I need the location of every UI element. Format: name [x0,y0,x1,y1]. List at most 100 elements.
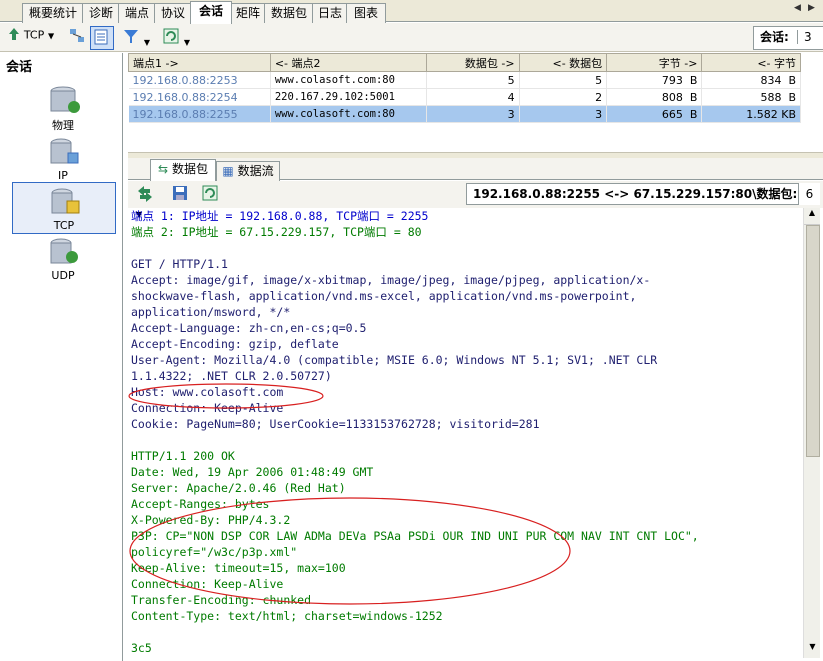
nav-label-tcp: TCP [53,219,75,232]
vertical-scrollbar[interactable]: ▲ ▼ [803,208,820,658]
list-view-icon [94,29,108,45]
refresh-dropdown[interactable]: ▼ [162,27,192,47]
tab-stream-label: 数据流 [237,164,274,178]
session-grid: 端点1 -> <- 端点2 数据包 -> <- 数据包 字节 -> <- 字节 … [128,53,801,123]
scroll-right-icon[interactable]: ▶ [808,3,815,13]
server-tcp-icon [51,188,80,214]
detail-tab-strip: ⇆ 数据包 ▦ 数据流 [128,158,823,181]
content-line: User-Agent: Mozilla/4.0 (compatible; MSI… [131,353,658,367]
col-endpoint2[interactable]: <- 端点2 [269,53,427,72]
up-arrow-icon [8,27,20,43]
tab-summary[interactable]: 概要统计 [22,3,84,23]
cell-packets-in: 2 [519,88,608,106]
cell-endpoint1: 192.168.0.88:2253 [128,71,271,89]
tab-sessions[interactable]: 会话 [190,1,232,24]
nav-item-physical[interactable]: 物理 [12,81,114,132]
tab-protocols[interactable]: 协议 [154,3,192,23]
col-bytes-in[interactable]: <- 字节 [701,53,801,72]
col-bytes-out[interactable]: 字节 -> [606,53,703,72]
content-line: P3P: CP="NON DSP COR LAW ADMa DEVa PSAa … [131,529,699,543]
cell-bytes-in: 834 B [701,71,801,89]
save-button[interactable] [172,185,192,205]
cell-endpoint2: www.colasoft.com:80 [270,71,427,89]
nav-item-ip[interactable]: IP [12,133,114,183]
cell-endpoint1: 192.168.0.88:2255 [128,105,271,123]
content-line: Accept-Ranges: bytes [131,497,270,511]
network-icon [70,29,84,42]
session-count-label: 会话: [760,30,789,44]
filter-icon [124,30,138,43]
tab-packets[interactable]: 数据包 [264,3,314,23]
server-physical-icon [50,86,80,113]
refresh-icon [202,185,218,201]
scroll-left-icon[interactable]: ◀ [794,3,801,13]
content-line: Content-Type: text/html; charset=windows… [131,609,443,623]
tab-matrix[interactable]: 矩阵 [230,3,266,23]
content-line: Connection: Keep-Alive [131,401,284,415]
cell-packets-in: 5 [519,71,608,89]
col-endpoint1[interactable]: 端点1 -> [128,53,271,72]
content-line: Accept: image/gif, image/x-xbitmap, imag… [131,273,651,287]
server-ip-icon [50,138,79,164]
table-row[interactable]: 192.168.0.88:2254 220.167.29.102:5001 4 … [128,88,801,106]
session-type-panel: 会话 物理 IP TCP UDP [0,53,123,661]
server-udp-icon [50,238,78,264]
cell-packets-out: 4 [426,88,520,106]
stream-content[interactable]: 端点 1: IP地址 = 192.168.0.88, TCP端口 = 2255 端… [128,208,803,661]
panel-title: 会话 [6,60,33,75]
cell-bytes-out: 665 B [606,105,703,123]
nav-item-tcp[interactable]: TCP [12,182,116,234]
col-packets-out[interactable]: 数据包 -> [425,53,520,72]
content-line: Server: Apache/2.0.46 (Red Hat) [131,481,346,495]
stream-endpoints: 192.168.0.88:2255 <-> 67.15.229.157:80\数… [473,187,798,201]
list-view-button[interactable] [90,26,114,50]
tab-packet-detail[interactable]: ⇆ 数据包 [150,159,216,181]
session-table: 端点1 -> <- 端点2 数据包 -> <- 数据包 字节 -> <- 字节 … [128,53,823,152]
content-line: GET / HTTP/1.1 [131,257,228,271]
table-row[interactable]: 192.168.0.88:2253 www.colasoft.com:80 5 … [128,71,801,89]
content-line: policyref="/w3c/p3p.xml" [131,545,298,559]
tab-log[interactable]: 日志 [312,3,348,23]
content-line: shockwave-flash, application/vnd.ms-exce… [131,289,637,303]
tab-charts[interactable]: 图表 [346,3,386,23]
stream-info-box: 192.168.0.88:2255 <-> 67.15.229.157:80\数… [466,183,820,205]
cell-bytes-in: 588 B [701,88,801,106]
cell-packets-in: 3 [519,105,608,123]
nav-label-udp: UDP [51,269,75,282]
protocol-filter-dropdown[interactable]: TCP ▼ [8,27,60,47]
cell-bytes-in: 1.582 KB [701,105,801,123]
tab-packet-label: 数据包 [171,162,208,176]
cell-endpoint1: 192.168.0.88:2254 [128,88,271,106]
content-line: Transfer-Encoding: chunked [131,593,312,607]
view-tab-strip: 概要统计 诊断 端点 协议 会话 矩阵 数据包 日志 图表 ◀ ▶ [0,0,823,24]
cell-endpoint2: www.colasoft.com:80 [270,105,427,123]
endpoint-view-button[interactable] [68,27,88,47]
content-line [131,432,803,448]
nav-item-udp[interactable]: UDP [12,233,114,283]
filter-dropdown[interactable]: ▼ [122,27,152,47]
content-line [131,240,803,256]
chevron-down-icon: ▼ [183,38,190,47]
scroll-up-icon[interactable]: ▲ [804,208,820,225]
table-row-selected[interactable]: 192.168.0.88:2255 www.colasoft.com:80 3 … [128,105,801,123]
packet-count-value: 6 [798,183,820,205]
content-line: Date: Wed, 19 Apr 2006 01:48:49 GMT [131,465,374,479]
tab-endpoints[interactable]: 端点 [118,3,156,23]
swap-arrows-icon [138,186,152,202]
refresh-button[interactable] [202,185,222,205]
protocol-filter-value: TCP [23,28,45,42]
stream-icon: ▦ [222,164,234,178]
content-line [131,624,803,640]
scroll-down-icon[interactable]: ▼ [804,642,821,658]
content-line: Host: www.colasoft.com [131,385,284,399]
chevron-down-icon: ▼ [143,38,150,47]
col-packets-in[interactable]: <- 数据包 [518,53,608,72]
content-line: 3c5 [131,641,152,655]
table-header-row: 端点1 -> <- 端点2 数据包 -> <- 数据包 字节 -> <- 字节 [128,53,801,72]
content-line: 端点 2: IP地址 = 67.15.229.157, TCP端口 = 80 [131,225,422,239]
content-line: 端点 1: IP地址 = 192.168.0.88, TCP端口 = 2255 [131,209,429,223]
scroll-thumb[interactable] [806,225,820,457]
direction-dropdown[interactable]: ▼ [136,185,162,219]
tab-data-stream[interactable]: ▦ 数据流 [216,161,280,181]
tab-diagnosis[interactable]: 诊断 [82,3,120,23]
